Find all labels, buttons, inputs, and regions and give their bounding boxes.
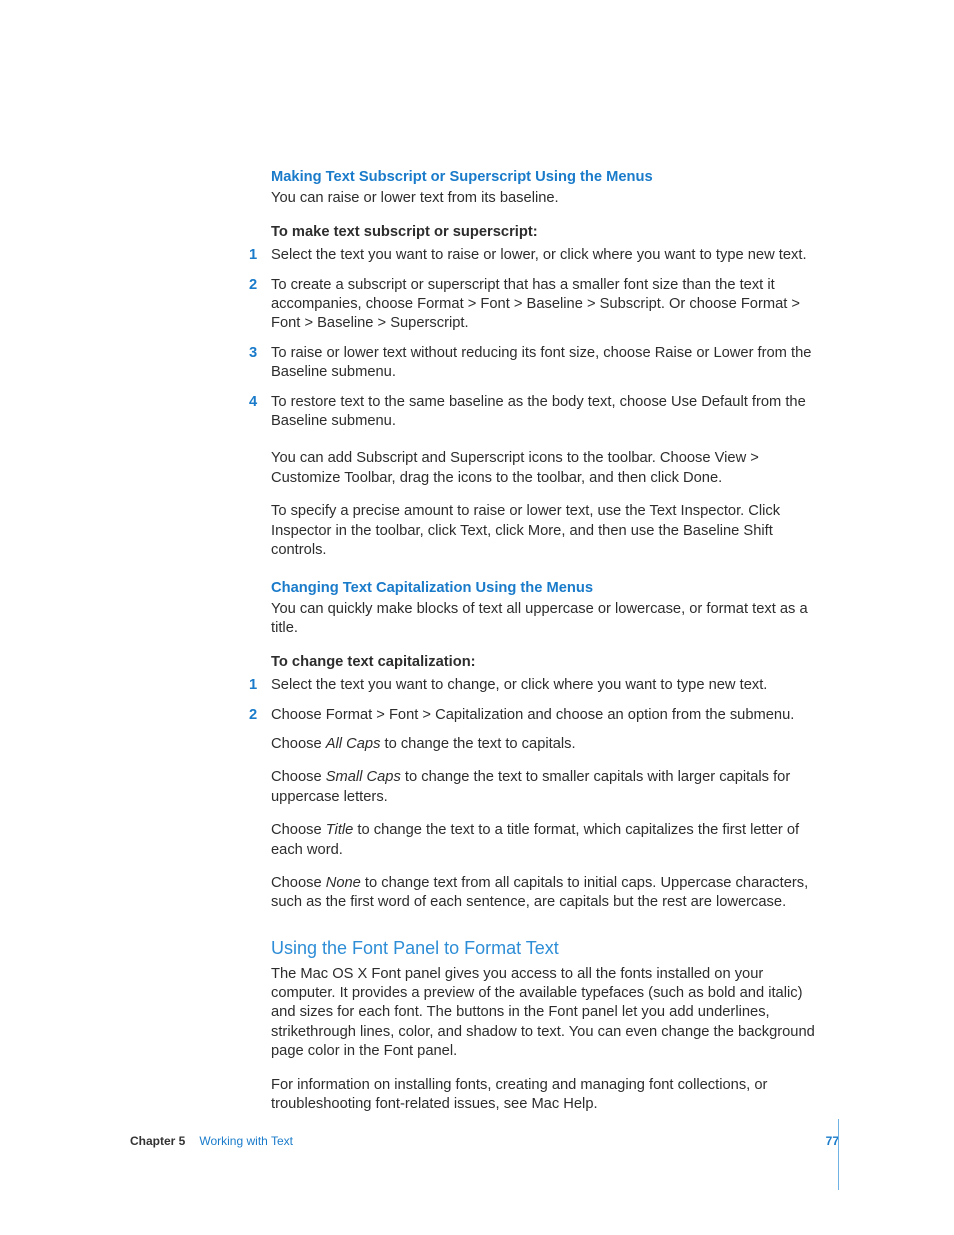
subheading-subscript: Making Text Subscript or Superscript Usi… <box>271 168 831 187</box>
body-paragraph: You can add Subscript and Superscript ic… <box>271 449 831 488</box>
text-run: to change the text to capitals. <box>380 736 575 752</box>
step-item: Choose Format > Font > Capitalization an… <box>271 706 831 725</box>
footer-left: Chapter 5 Working with Text <box>130 1134 293 1148</box>
step-list: Select the text you want to raise or low… <box>271 246 831 431</box>
body-paragraph: To specify a precise amount to raise or … <box>271 502 831 560</box>
text-run: Choose <box>271 875 326 891</box>
step-item: To restore text to the same baseline as … <box>271 393 831 432</box>
procedure-heading: To change text capitalization: <box>271 653 831 672</box>
body-paragraph: The Mac OS X Font panel gives you access… <box>271 965 831 1062</box>
body-text-area: Making Text Subscript or Superscript Usi… <box>271 168 831 1128</box>
page-footer: Chapter 5 Working with Text 77 <box>130 1134 839 1148</box>
vertical-rule <box>838 1119 839 1190</box>
italic-term: None <box>326 875 361 891</box>
heading-font-panel: Using the Font Panel to Format Text <box>271 937 831 961</box>
text-run: Choose <box>271 769 326 785</box>
procedure-heading: To make text subscript or superscript: <box>271 223 831 242</box>
chapter-title: Working with Text <box>199 1134 293 1148</box>
step-item: Select the text you want to raise or low… <box>271 246 831 265</box>
step-item: To raise or lower text without reducing … <box>271 344 831 383</box>
body-paragraph: You can raise or lower text from its bas… <box>271 189 831 208</box>
step-item: Select the text you want to change, or c… <box>271 676 831 695</box>
text-run: Choose <box>271 736 326 752</box>
body-paragraph: Choose None to change text from all capi… <box>271 874 831 913</box>
document-page: Making Text Subscript or Superscript Usi… <box>0 0 954 1235</box>
italic-term: All Caps <box>326 736 381 752</box>
body-paragraph: Choose All Caps to change the text to ca… <box>271 735 831 754</box>
body-paragraph: Choose Title to change the text to a tit… <box>271 821 831 860</box>
chapter-number: Chapter 5 <box>130 1134 185 1148</box>
italic-term: Title <box>326 822 354 838</box>
step-item: To create a subscript or superscript tha… <box>271 276 831 334</box>
step-list: Select the text you want to change, or c… <box>271 676 831 725</box>
body-paragraph: You can quickly make blocks of text all … <box>271 600 831 639</box>
text-run: Choose <box>271 822 326 838</box>
italic-term: Small Caps <box>326 769 401 785</box>
body-paragraph: For information on installing fonts, cre… <box>271 1076 831 1115</box>
body-paragraph: Choose Small Caps to change the text to … <box>271 768 831 807</box>
subheading-capitalization: Changing Text Capitalization Using the M… <box>271 579 831 598</box>
page-number: 77 <box>826 1134 839 1148</box>
